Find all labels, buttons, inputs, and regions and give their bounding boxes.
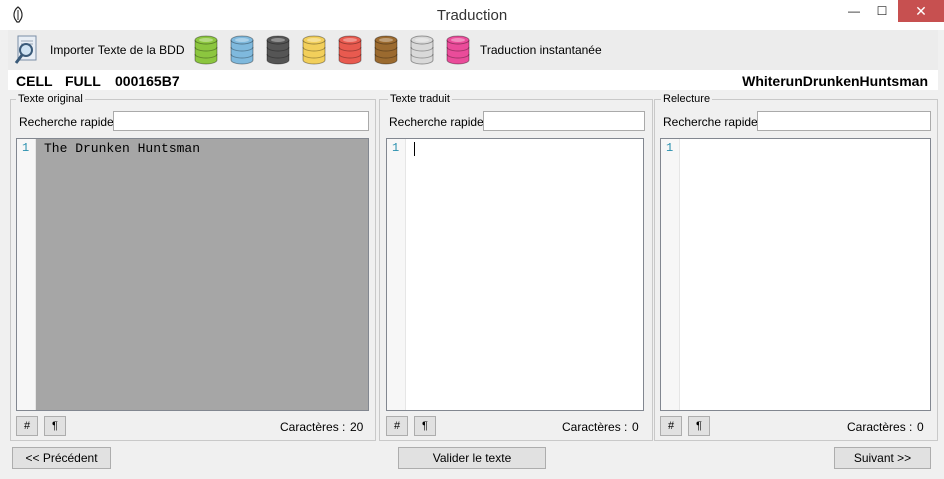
record-editor-id: WhiterunDrunkenHuntsman [742,73,928,89]
review-search-input[interactable] [757,111,931,131]
import-text-button[interactable]: Importer Texte de la BDD [50,43,185,57]
next-button[interactable]: Suivant >> [834,447,931,469]
translated-text-editor[interactable]: 1 [386,138,644,411]
record-type: CELL [16,73,53,89]
review-hash-button[interactable]: # [660,416,682,436]
translated-search-label: Recherche rapide [389,115,484,129]
original-legend: Texte original [16,93,85,105]
gray-database-icon[interactable] [265,34,291,66]
text-caret [414,142,415,156]
validate-text-button[interactable]: Valider le texte [398,447,546,469]
brown-database-icon[interactable] [373,34,399,66]
original-search-label: Recherche rapide [19,115,114,129]
translated-line-gutter [387,139,406,410]
translated-hash-button[interactable]: # [386,416,408,436]
yellow-database-icon[interactable] [301,34,327,66]
original-pilcrow-button[interactable]: ¶ [44,416,66,436]
original-text-content: The Drunken Huntsman [44,141,201,156]
review-pilcrow-button[interactable]: ¶ [688,416,710,436]
maximize-button[interactable]: ☐ [870,0,894,22]
translated-line-number: 1 [392,141,400,155]
lightgray-database-icon[interactable] [409,34,435,66]
original-text-editor[interactable]: 1 The Drunken Huntsman [16,138,369,411]
pink-database-icon[interactable] [445,34,471,66]
translated-search-input[interactable] [483,111,645,131]
review-line-gutter [661,139,680,410]
record-id: 000165B7 [115,73,180,89]
original-line-number: 1 [22,141,30,155]
red-database-icon[interactable] [337,34,363,66]
blue-database-icon[interactable] [229,34,255,66]
review-search-label: Recherche rapide [663,115,758,129]
green-database-icon[interactable] [193,34,219,66]
translated-count-label: Caractères : [562,420,628,434]
review-count-value: 0 [917,420,924,434]
review-legend: Relecture [661,93,713,105]
record-field: FULL [65,73,101,89]
close-button[interactable]: ✕ [898,0,944,22]
original-count-value: 20 [350,420,364,434]
original-search-input[interactable] [113,111,369,131]
review-line-number: 1 [666,141,674,155]
translated-count-value: 0 [632,420,639,434]
minimize-button[interactable]: — [842,0,866,22]
original-line-gutter [17,139,36,410]
translated-pilcrow-button[interactable]: ¶ [414,416,436,436]
instant-translation-button[interactable]: Traduction instantanée [480,43,602,57]
review-text-editor[interactable]: 1 [660,138,931,411]
original-hash-button[interactable]: # [16,416,38,436]
previous-button[interactable]: << Précédent [12,447,111,469]
window-title: Traduction [436,7,508,24]
import-magnifier-icon[interactable] [14,34,40,66]
original-count-label: Caractères : [280,420,346,434]
translated-legend: Texte traduit [388,93,452,105]
review-count-label: Caractères : [847,420,913,434]
